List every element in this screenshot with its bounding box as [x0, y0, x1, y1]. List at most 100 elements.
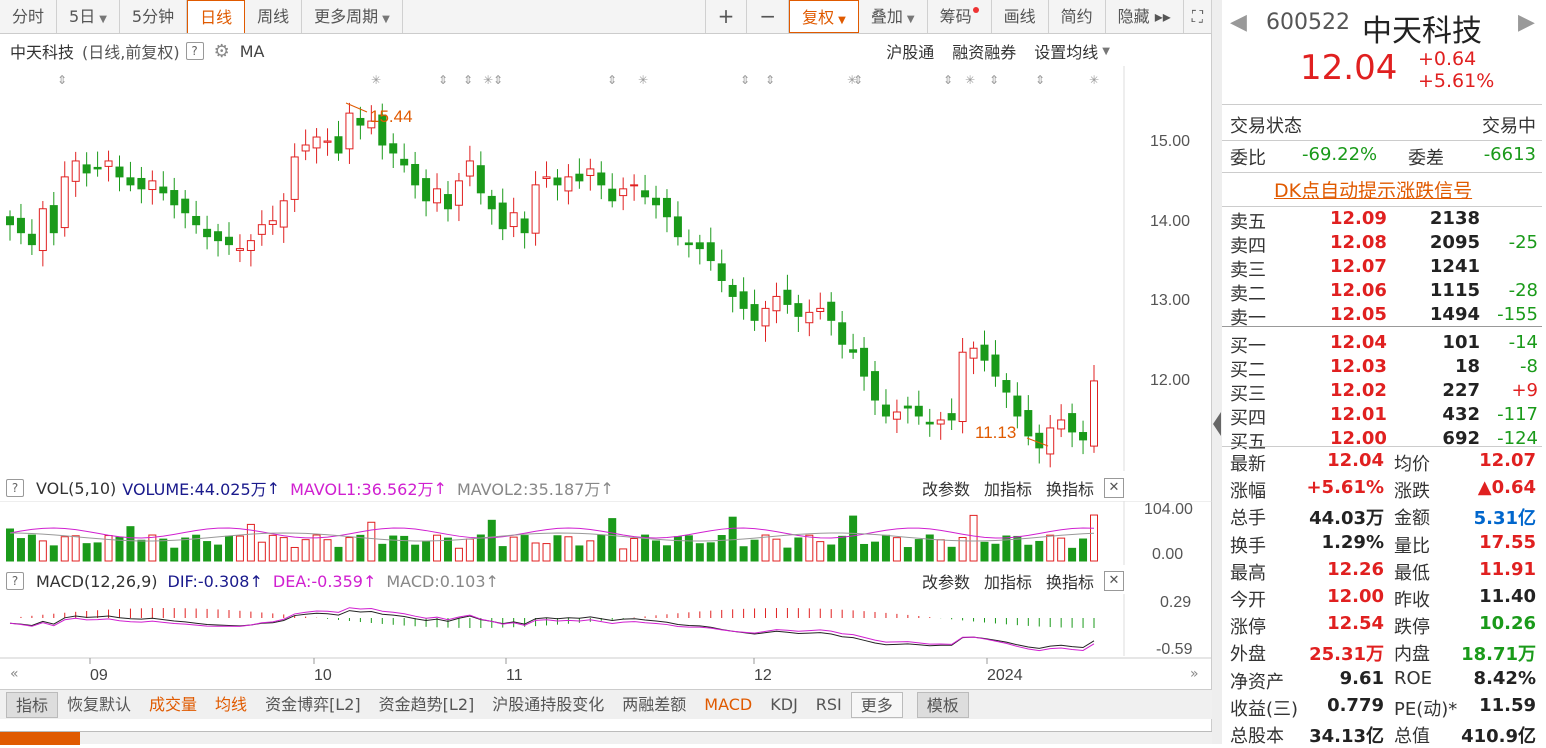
event-marker-icon[interactable]: ✳ — [1089, 73, 1099, 87]
tab-macd[interactable]: MACD — [695, 692, 761, 718]
tab-more[interactable]: 更多 — [850, 691, 903, 718]
tab-kdj[interactable]: KDJ — [761, 692, 807, 718]
event-marker-icon[interactable]: ✳ — [638, 73, 648, 87]
kline-chart[interactable]: 15.00 14.00 13.00 12.00 ⇕ ✳ ⇕ ⇕ ✳ ⇕ ⇕ ✳ ⇕ ⇕ ✳⇕ ⇕ ✳ ⇕ ⇕… — [0, 66, 1212, 471]
indicator-tabbar: 指标 恢复默认 成交量 均线 资金博弈[L2] 资金趋势[L2] 沪股通持股变化… — [0, 689, 1212, 719]
tab-more-periods[interactable]: 更多周期 ▼ — [302, 0, 403, 33]
event-marker-icon[interactable]: ⇕ — [989, 73, 999, 87]
stat-label: 量比 — [1394, 535, 1430, 557]
event-marker-icon[interactable]: ⇕ — [438, 73, 448, 87]
edit-params-button[interactable]: 改参数 — [922, 569, 970, 593]
tab-hk-holding[interactable]: 沪股通持股变化 — [483, 692, 613, 718]
overlay-button[interactable]: 叠加 ▼ — [859, 0, 928, 33]
draw-line-button[interactable]: 画线 — [992, 0, 1049, 33]
chart-mode-label: (日线,前复权) — [82, 43, 180, 62]
tab-indicators[interactable]: 指标 — [6, 691, 59, 718]
stock-name-label: 中天科技 — [10, 43, 75, 62]
edit-params-button[interactable]: 改参数 — [922, 476, 970, 500]
collapse-icon[interactable] — [1213, 412, 1221, 436]
event-marker-icon[interactable]: ⇕ — [463, 73, 473, 87]
event-marker-icon[interactable]: ⇕ — [1035, 73, 1045, 87]
event-marker-icon[interactable]: ⇕ — [943, 73, 953, 87]
simple-button[interactable]: 简约 — [1049, 0, 1106, 33]
volume-bar — [411, 544, 420, 562]
orderbook-row[interactable]: 买三 12.02 227 +9 — [1222, 380, 1546, 405]
hide-button[interactable]: 隐藏 ▸▸ — [1106, 0, 1184, 33]
close-icon[interactable]: ✕ — [1104, 478, 1124, 498]
event-marker-icon[interactable]: ⇕ — [853, 73, 863, 87]
event-marker-icon[interactable]: ⇕ — [740, 73, 750, 87]
candle-body — [345, 112, 354, 150]
help-icon[interactable]: ? — [6, 572, 24, 590]
close-icon[interactable]: ✕ — [1104, 571, 1124, 591]
tab-weekly[interactable]: 周线 — [245, 0, 303, 33]
stat-value: 44.03万 — [1309, 508, 1384, 530]
orderbook-row[interactable]: 买五 12.00 692 -124 — [1222, 428, 1546, 453]
tab-restore-default[interactable]: 恢复默认 — [58, 692, 140, 718]
tab-margin-diff[interactable]: 两融差额 — [613, 692, 695, 718]
dk-signal-link[interactable]: DK点自动提示涨跌信号 — [1274, 176, 1472, 203]
zoom-out-button[interactable]: − — [747, 0, 790, 33]
ma-settings-button[interactable]: 设置均线 — [1034, 39, 1098, 63]
stat-label: 外盘 — [1230, 644, 1266, 666]
tab-capital-game[interactable]: 资金博弈[L2] — [256, 692, 370, 718]
tab-ma[interactable]: 均线 — [206, 692, 256, 718]
orderbook-row[interactable]: 买四 12.01 432 -117 — [1222, 404, 1546, 429]
tab-5min[interactable]: 5分钟 — [120, 0, 188, 33]
gear-icon[interactable]: ⚙ — [214, 41, 230, 62]
change-indicator-button[interactable]: 换指标 — [1046, 476, 1094, 500]
margin-trading-link[interactable]: 融资融券 — [952, 39, 1016, 63]
orderbook-row[interactable]: 卖四 12.08 2095 -25 — [1222, 232, 1546, 257]
tab-daily[interactable]: 日线 — [187, 0, 246, 33]
event-marker-icon[interactable]: ✳ — [371, 73, 381, 87]
chevron-down-icon: ▼ — [382, 14, 390, 25]
orderbook-row[interactable]: 买二 12.03 18 -8 — [1222, 356, 1546, 381]
event-marker-icon[interactable]: ✳ — [483, 73, 493, 87]
event-marker-icon[interactable]: ⇕ — [493, 73, 503, 87]
help-icon[interactable]: ? — [185, 42, 204, 60]
bottom-tabstrip — [0, 731, 1212, 745]
event-marker-icon[interactable]: ⇕ — [607, 73, 617, 87]
tab-capital-trend[interactable]: 资金趋势[L2] — [370, 692, 484, 718]
add-indicator-button[interactable]: 加指标 — [984, 476, 1032, 500]
candle-body — [60, 176, 69, 229]
orderbook-volume: 2095 — [1429, 232, 1480, 253]
event-marker-icon[interactable]: ⇕ — [57, 73, 67, 87]
fuquan-button[interactable]: 复权 ▼ — [789, 0, 859, 33]
candle-body — [706, 242, 715, 262]
chips-button[interactable]: 筹码 — [928, 0, 992, 33]
help-icon[interactable]: ? — [6, 479, 24, 497]
next-stock-icon[interactable]: ▶ — [1518, 10, 1535, 35]
orderbook-volume: 227 — [1442, 380, 1480, 401]
event-marker-icon[interactable]: ✳ — [965, 73, 975, 87]
hk-connect-link[interactable]: 沪股通 — [886, 39, 934, 63]
orderbook-change: +9 — [1511, 380, 1538, 401]
zoom-in-button[interactable]: + — [704, 0, 748, 33]
event-marker-icon[interactable]: ⇕ — [765, 73, 775, 87]
volume-bar — [860, 543, 869, 562]
scroll-left-icon[interactable]: « — [10, 666, 19, 682]
fullscreen-icon[interactable]: ⛶ — [1184, 0, 1212, 33]
tab-volume[interactable]: 成交量 — [140, 692, 206, 718]
ma-label[interactable]: MA — [240, 42, 265, 61]
change-indicator-button[interactable]: 换指标 — [1046, 569, 1094, 593]
tab-5day[interactable]: 5日 ▼ — [57, 0, 120, 33]
candle-body — [509, 212, 518, 228]
candle-body — [487, 195, 496, 210]
price-block: 12.04 +0.64 +5.61% — [1222, 48, 1546, 96]
tab-template[interactable]: 模板 — [916, 691, 969, 718]
orderbook-row[interactable]: 买一 12.04 101 -14 — [1222, 332, 1546, 357]
active-bottom-tab[interactable] — [0, 732, 80, 745]
tab-fenshi[interactable]: 分时 — [0, 0, 58, 33]
orderbook-row[interactable]: 卖三 12.07 1241 — [1222, 256, 1546, 281]
orderbook-row[interactable]: 卖二 12.06 1115 -28 — [1222, 280, 1546, 305]
prev-stock-icon[interactable]: ◀ — [1230, 10, 1247, 35]
orderbook-row[interactable]: 卖五 12.09 2138 — [1222, 208, 1546, 233]
orderbook-row[interactable]: 卖一 12.05 1494 -155 — [1222, 304, 1546, 329]
candle-body — [717, 263, 726, 281]
tab-rsi[interactable]: RSI — [807, 692, 851, 718]
candle-body — [914, 405, 923, 417]
scroll-right-icon[interactable]: » — [1190, 666, 1199, 682]
add-indicator-button[interactable]: 加指标 — [984, 569, 1032, 593]
panel-divider[interactable] — [1212, 0, 1222, 744]
